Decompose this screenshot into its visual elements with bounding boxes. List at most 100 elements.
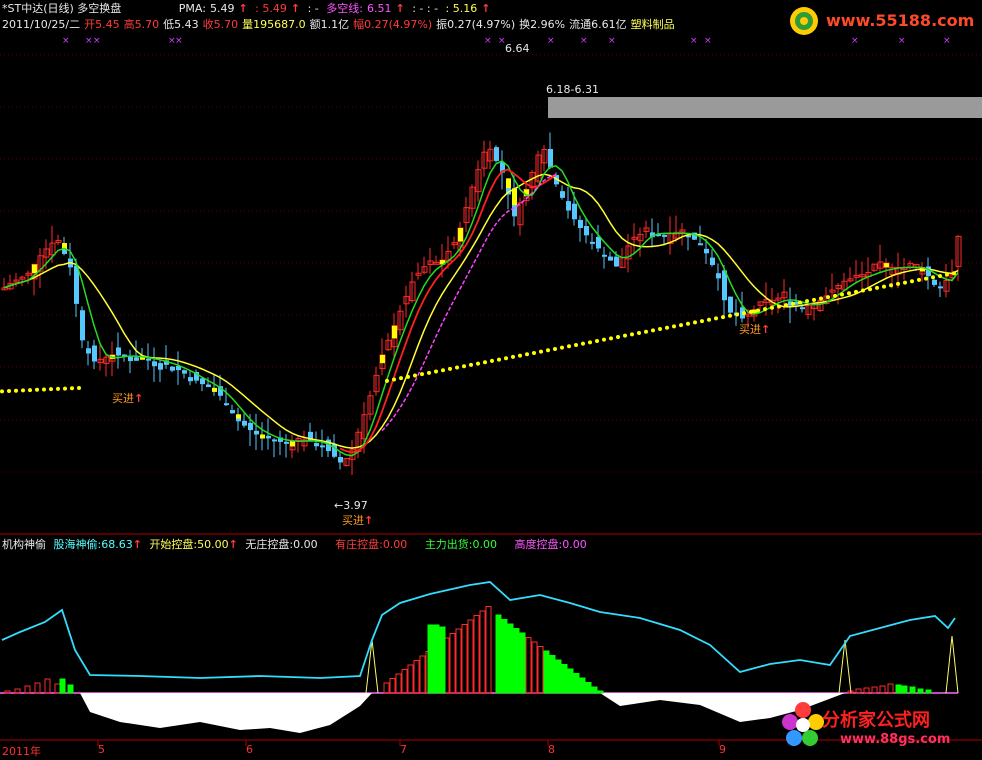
histogram-bar-red: [461, 624, 468, 694]
candle-body-down: [134, 357, 139, 361]
long-term-dot: [644, 329, 648, 334]
amt-label: 额: [309, 18, 321, 31]
histogram-bar-red: [879, 685, 886, 694]
histogram-bar-green: [507, 623, 514, 694]
up-arrow-icon: ↑: [481, 2, 491, 15]
x-axis-month: 9: [719, 743, 726, 756]
candle-highlight: [884, 263, 889, 268]
histogram-bar-red: [383, 682, 390, 694]
cross-marker-icon: ×: [608, 36, 616, 46]
main-header: *ST中达(日线) 多空换盘 PMA: 5.49 ↑ : 5.49 ↑ : - 多空线…: [2, 2, 494, 15]
long-term-dot: [798, 300, 802, 305]
histogram-bar-green: [895, 684, 902, 694]
long-term-dot: [392, 377, 396, 382]
histogram-bar-green: [585, 682, 592, 694]
low-label: 低: [163, 18, 175, 31]
histogram-bar-green: [537, 646, 544, 694]
candle-highlight: [506, 178, 511, 189]
long-term-dot: [609, 336, 613, 341]
candle-highlight: [392, 325, 397, 339]
candle-highlight: [290, 441, 295, 447]
long-term-dot: [56, 386, 60, 391]
histogram-bar-green: [531, 641, 538, 694]
candle-body-down: [272, 439, 277, 442]
long-term-dot: [679, 323, 683, 328]
long-term-dot: [539, 349, 543, 354]
candle-body-down: [92, 345, 97, 362]
candle-body-down: [152, 361, 157, 367]
histogram-bar-red: [479, 610, 486, 694]
long-term-dot: [882, 284, 886, 289]
candle-body-down: [248, 422, 253, 431]
histogram-bar-red: [54, 683, 61, 694]
dkx-label: 多空线:: [326, 2, 363, 15]
histogram-bar-red: [467, 619, 474, 694]
histogram-bar-red: [407, 664, 414, 694]
kline-chart[interactable]: × × × × × × × × × × × × × × ×: [0, 0, 982, 760]
long-term-dot: [77, 385, 81, 390]
cross-marker-icon: ×: [93, 36, 101, 46]
long-term-dot: [504, 356, 508, 361]
open-label: 开: [84, 18, 96, 31]
candle-body-down: [266, 435, 271, 439]
up-arrow-icon: ↑: [238, 2, 248, 15]
histogram-bar-red: [24, 685, 31, 694]
long-term-dot: [742, 311, 746, 316]
long-term-dot: [917, 277, 921, 282]
histogram-bar-red: [455, 628, 462, 694]
cross-marker-icon: ×: [175, 36, 183, 46]
candle-highlight: [212, 387, 217, 392]
x-axis: 2011年 5 6 7 8 9: [0, 740, 982, 760]
brand-name: 分析家公式网: [822, 710, 930, 731]
long-term-dot: [784, 303, 788, 308]
long-term-dot: [420, 372, 424, 377]
candle-body-down: [338, 457, 343, 463]
histogram-bar-green: [579, 677, 586, 694]
high-label: 高: [123, 18, 135, 31]
long-term-dot: [749, 309, 753, 314]
x-axis-month: 6: [246, 743, 253, 756]
long-term-dot: [70, 386, 74, 391]
long-term-dot: [567, 344, 571, 349]
histogram-bar-green: [561, 664, 568, 694]
candle-body-down: [254, 430, 259, 435]
resistance-band: [548, 97, 982, 118]
buy-signal-label: 买进↑: [739, 323, 771, 336]
long-term-dot: [574, 342, 578, 347]
buy-signal-label: 买进↑: [112, 392, 144, 405]
chg-label: 幅: [353, 18, 365, 31]
long-term-dot: [532, 350, 536, 355]
histogram-bar-red: [485, 606, 492, 694]
ind-item-0-value: 68.63: [101, 538, 133, 551]
v5-value: : - : -: [412, 2, 439, 15]
ind-item-1-label: 开始控盘:: [149, 538, 198, 551]
negative-area: [80, 693, 372, 733]
long-term-dot: [847, 291, 851, 296]
histogram-bar-green: [67, 684, 74, 694]
long-term-dot: [511, 354, 515, 359]
long-term-dot: [623, 333, 627, 338]
histogram-bar-green: [525, 637, 532, 694]
histogram-bar-red: [44, 678, 51, 694]
long-term-dot: [518, 353, 522, 358]
candle-highlight: [260, 434, 265, 439]
long-term-dot: [658, 327, 662, 332]
long-term-dot: [427, 370, 431, 375]
histogram-bar-red: [413, 660, 420, 694]
long-term-dot: [462, 364, 466, 369]
x-axis-month: 8: [548, 743, 555, 756]
candle-highlight: [32, 264, 37, 274]
cross-marker-icon: ×: [547, 36, 555, 46]
buy-signal-label: 买进↑: [342, 514, 374, 527]
candle-body-down: [224, 403, 229, 406]
range-label: 6.18-6.31: [546, 83, 599, 96]
candle-body-down: [80, 310, 85, 341]
long-term-dot: [686, 321, 690, 326]
chart-title[interactable]: *ST中达(日线) 多空换盘: [2, 2, 121, 15]
amt-value: 1.1亿: [320, 18, 350, 31]
indicator-name[interactable]: 机构神偷: [2, 538, 46, 551]
long-term-dot: [896, 281, 900, 286]
long-term-dot: [931, 275, 935, 280]
cross-marker-icon: ×: [690, 36, 698, 46]
long-term-dot: [854, 289, 858, 294]
